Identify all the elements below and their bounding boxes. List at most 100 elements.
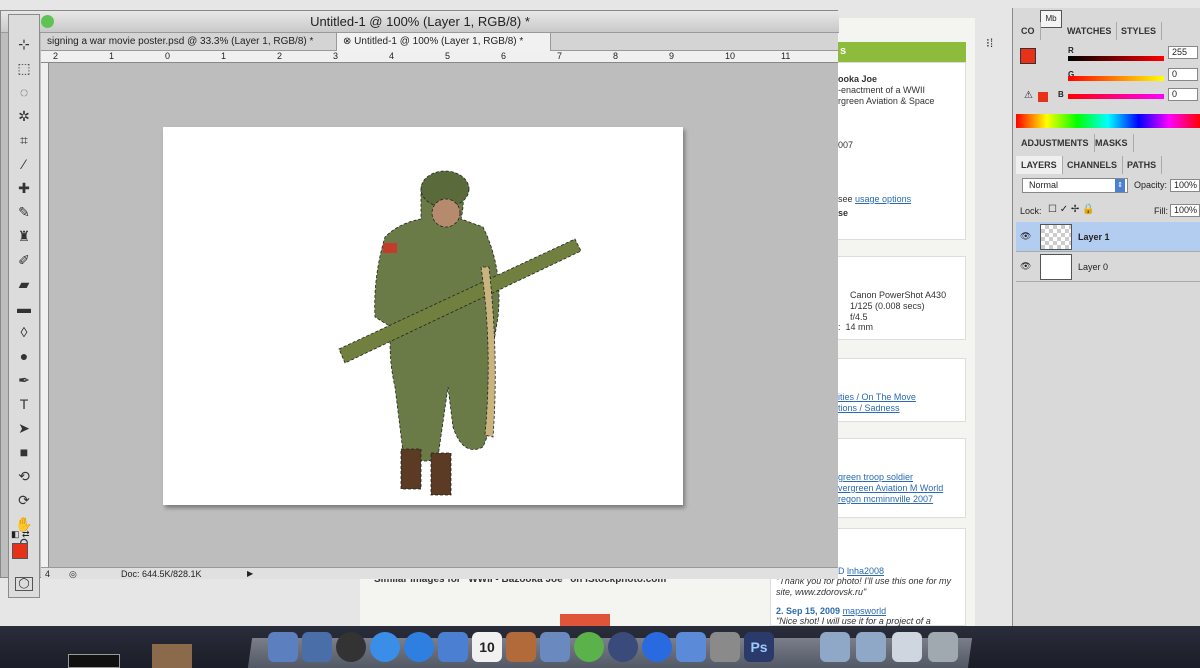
ruler-mark: 0 xyxy=(165,51,171,61)
magic-wand-tool-icon[interactable]: ✲ xyxy=(11,105,37,127)
tab-masks[interactable]: MASKS xyxy=(1090,134,1134,152)
brush-tool-icon[interactable]: ✎ xyxy=(11,201,37,223)
sets-link-2[interactable]: tions / Sadness xyxy=(838,403,900,414)
safari-icon[interactable] xyxy=(370,632,400,662)
usage-options-link[interactable]: usage options xyxy=(855,194,911,204)
panel-collapse-icon[interactable]: ⁝⁞ xyxy=(986,36,993,50)
tags-line-3[interactable]: regon mcminnville 2007 xyxy=(838,494,933,505)
time-machine-icon[interactable] xyxy=(608,632,638,662)
exif-exposure: 1/125 (0.008 secs) xyxy=(850,301,925,311)
shape-tool-icon[interactable]: ■ xyxy=(11,441,37,463)
dock-stack-thumb-2[interactable] xyxy=(152,644,192,668)
dodge-tool-icon[interactable]: ● xyxy=(11,345,37,367)
fill-value[interactable]: 100% xyxy=(1170,204,1200,217)
b-slider[interactable] xyxy=(1068,94,1164,99)
mail-icon[interactable] xyxy=(438,632,468,662)
gradient-tool-icon[interactable]: ▬ xyxy=(11,297,37,319)
crop-tool-icon[interactable]: ⌗ xyxy=(11,129,37,151)
ical-icon[interactable]: 10 xyxy=(472,632,502,662)
tab-adjustments[interactable]: ADJUSTMENTS xyxy=(1016,134,1095,152)
dock-stack-thumb-1[interactable] xyxy=(68,654,120,668)
visibility-eye-icon[interactable]: 👁 xyxy=(1020,261,1031,272)
canvas-area[interactable] xyxy=(49,63,838,571)
gamut-warning-icon[interactable]: ⚠ xyxy=(1024,90,1033,101)
pen-tool-icon[interactable]: ✒ xyxy=(11,369,37,391)
dashboard-icon[interactable] xyxy=(336,632,366,662)
opacity-value[interactable]: 100% xyxy=(1170,179,1200,192)
layer-row-layer-1[interactable]: 👁 Layer 1 xyxy=(1016,222,1200,252)
layer-1-name[interactable]: Layer 1 xyxy=(1078,232,1110,242)
ruler-mark: 10 xyxy=(725,51,736,61)
blur-tool-icon[interactable]: ◊ xyxy=(11,321,37,343)
clone-stamp-tool-icon[interactable]: ♜ xyxy=(11,225,37,247)
finder-icon[interactable] xyxy=(268,632,298,662)
trash-icon[interactable] xyxy=(928,632,958,662)
3d-rotate-tool-icon[interactable]: ⟲ xyxy=(11,465,37,487)
tab-styles[interactable]: STYLES xyxy=(1116,22,1163,40)
contacts-icon[interactable] xyxy=(676,632,706,662)
color-spectrum-ramp[interactable] xyxy=(1016,114,1200,128)
tab-war-movie-poster[interactable]: signing a war movie poster.psd @ 33.3% (… xyxy=(41,33,337,51)
marquee-tool-icon[interactable]: ⬚ xyxy=(11,57,37,79)
g-value[interactable]: 0 xyxy=(1168,68,1198,81)
close-tab-icon[interactable]: ⊗ xyxy=(343,36,351,47)
path-selection-tool-icon[interactable]: ➤ xyxy=(11,417,37,439)
history-brush-tool-icon[interactable]: ✐ xyxy=(11,249,37,271)
foreground-color-swatch[interactable] xyxy=(12,543,28,559)
zoom-level[interactable]: 4 xyxy=(45,568,50,580)
zoom-window-button[interactable] xyxy=(41,15,54,28)
tab-swatches[interactable]: WATCHES xyxy=(1062,22,1118,40)
tags-line-1[interactable]: green troop soldier xyxy=(838,472,913,483)
move-tool-icon[interactable]: ⊹ xyxy=(11,33,37,55)
photoshop-icon[interactable]: Ps xyxy=(744,632,774,662)
gamut-swatch[interactable] xyxy=(1038,92,1048,102)
layer-0-name[interactable]: Layer 0 xyxy=(1078,262,1108,272)
tab-color[interactable]: CO xyxy=(1016,22,1041,40)
type-tool-icon[interactable]: T xyxy=(11,393,37,415)
image-capture-icon[interactable] xyxy=(540,632,570,662)
comment2-user[interactable]: mapsworld xyxy=(843,606,887,616)
healing-brush-tool-icon[interactable]: ✚ xyxy=(11,177,37,199)
tags-line-2[interactable]: vergreen Aviation M World xyxy=(838,483,943,494)
iphoto-icon[interactable] xyxy=(506,632,536,662)
layer-row-layer-0[interactable]: 👁 Layer 0 xyxy=(1016,252,1200,282)
b-value[interactable]: 0 xyxy=(1168,88,1198,101)
status-menu-icon[interactable]: ◎ xyxy=(69,568,77,580)
r-value[interactable]: 255 xyxy=(1168,46,1198,59)
eraser-tool-icon[interactable]: ▰ xyxy=(11,273,37,295)
tab-channels[interactable]: CHANNELS xyxy=(1062,156,1124,174)
doc-size: Doc: 644.5K/828.1K xyxy=(121,569,202,579)
color-panel-fg-swatch[interactable] xyxy=(1020,48,1036,64)
g-slider[interactable] xyxy=(1068,76,1164,81)
downloads-stack-icon[interactable] xyxy=(892,632,922,662)
documents-folder-icon[interactable] xyxy=(856,632,886,662)
document-canvas[interactable] xyxy=(163,127,683,505)
eyedropper-tool-icon[interactable]: ⁄ xyxy=(11,153,37,175)
visibility-eye-icon[interactable]: 👁 xyxy=(1020,231,1031,242)
ichat-icon[interactable] xyxy=(404,632,434,662)
lock-icons[interactable]: ☐ ✓ ✢ 🔒 xyxy=(1048,204,1095,215)
itunes-icon[interactable] xyxy=(642,632,672,662)
system-preferences-icon[interactable] xyxy=(710,632,740,662)
3d-orbit-tool-icon[interactable]: ⟳ xyxy=(11,489,37,511)
preview-icon[interactable] xyxy=(302,632,332,662)
r-slider[interactable] xyxy=(1068,56,1164,61)
tab-layers[interactable]: LAYERS xyxy=(1016,156,1063,174)
blend-mode-select[interactable]: Normal ⇕ xyxy=(1022,178,1128,193)
applications-folder-icon[interactable] xyxy=(820,632,850,662)
quick-mask-icon[interactable]: ◯ xyxy=(15,577,33,591)
sets-link-1[interactable]: ities / On The Move xyxy=(838,392,916,403)
tab-paths[interactable]: PATHS xyxy=(1122,156,1163,174)
ruler-mark: 11 xyxy=(781,51,791,61)
tab-untitled-1[interactable]: ⊗ Untitled-1 @ 100% (Layer 1, RGB/8) * xyxy=(337,33,551,51)
comment1-user[interactable]: lnha2008 xyxy=(847,566,884,576)
ruler-mark: 4 xyxy=(389,51,395,61)
default-colors-icon[interactable]: ◧ ⇄ xyxy=(11,529,30,540)
lasso-tool-icon[interactable]: ◌ xyxy=(11,81,37,103)
mb-badge[interactable]: Mb xyxy=(1040,10,1062,28)
comment1-text: "Thank you for photo! I'll use this one … xyxy=(776,576,951,597)
status-arrow-icon[interactable]: ▶ xyxy=(247,568,253,580)
webpage-red-button[interactable] xyxy=(560,614,610,626)
vertical-ruler xyxy=(41,63,49,571)
itunes-app-icon[interactable] xyxy=(574,632,604,662)
